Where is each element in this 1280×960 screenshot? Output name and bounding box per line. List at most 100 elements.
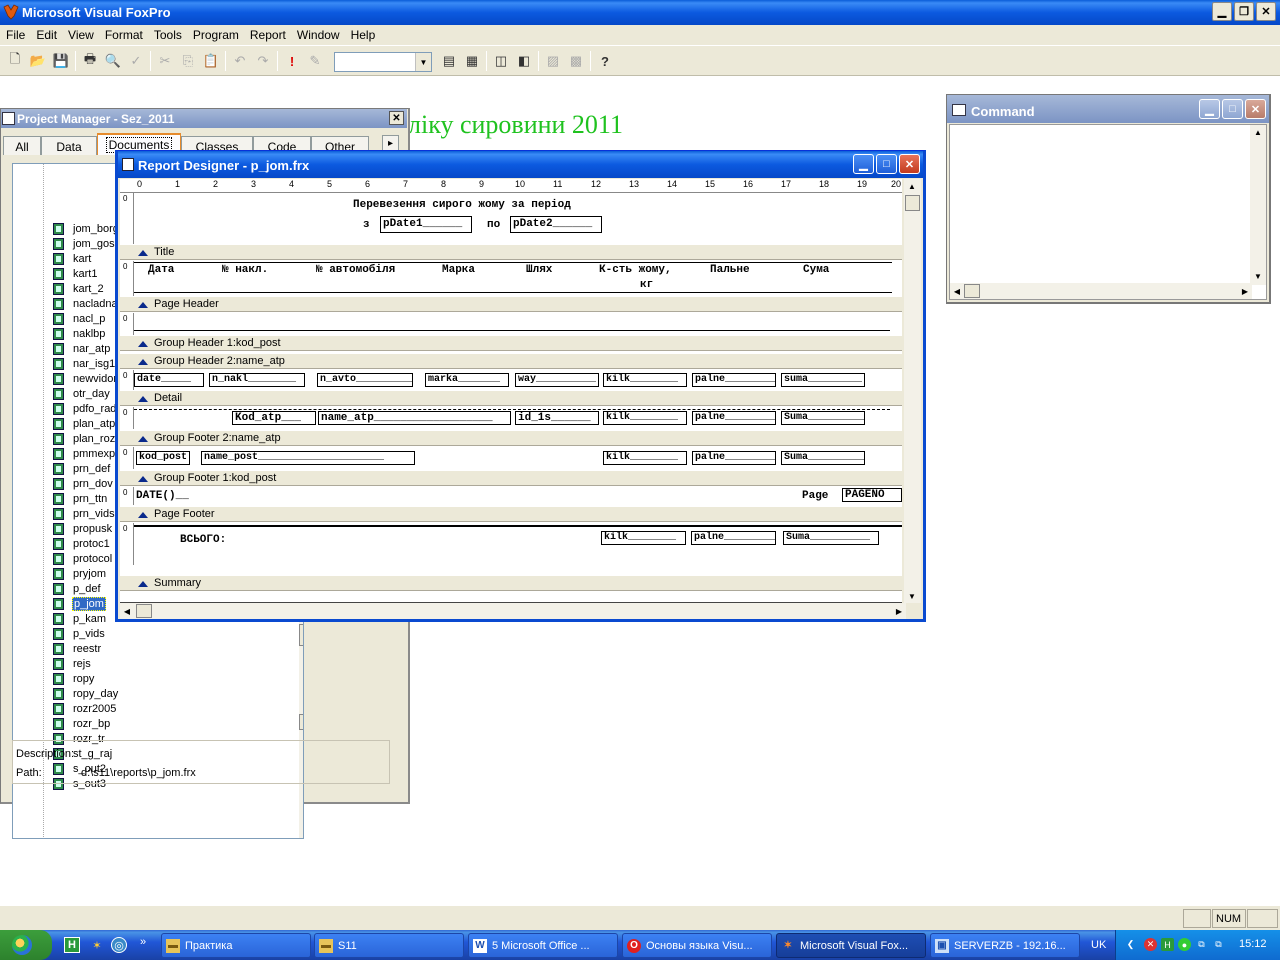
print-icon[interactable]: 🖶 [79,50,101,72]
page-footer-pageno[interactable]: PAGENO [842,488,902,502]
detail-field-date[interactable]: date_____ [134,373,204,387]
tree-item[interactable]: pdfo_rad [53,401,117,416]
close-button[interactable]: ✕ [1245,99,1266,119]
paste-icon[interactable]: 📋 [200,50,222,72]
col-quantity[interactable]: К-сть жому, [599,264,672,276]
scroll-down-arrow[interactable]: ▼ [299,714,303,730]
tray-antivirus-icon[interactable]: ✕ [1144,938,1157,951]
taskbar-item-office[interactable]: W5 Microsoft Office ... [468,933,618,958]
report-vertical-scrollbar[interactable]: ▲ ▼ [904,179,921,603]
scroll-left-arrow[interactable]: ◀ [120,604,134,618]
copy-icon[interactable]: ⎘ [177,50,199,72]
undo-icon[interactable]: ↶ [229,50,251,72]
print-preview-icon[interactable]: 🔍 [102,50,124,72]
pdate1-field[interactable]: pDate1______ [380,216,472,233]
database-combo[interactable]: ▼ [334,52,432,72]
horizontal-scroll-thumb[interactable] [964,284,980,298]
tree-item[interactable]: ropy_day [53,686,119,701]
menu-window[interactable]: Window [293,28,347,42]
tree-item-selected[interactable]: p_jom [53,596,106,611]
autoform-icon[interactable]: ▨ [542,50,564,72]
taskbar-item-opera[interactable]: O Основы языка Visu... [622,933,772,958]
tree-item[interactable]: rozr_bp [53,716,111,731]
col-date[interactable]: Дата [148,264,174,276]
tree-item[interactable]: rejs [53,656,92,671]
taskbar-item-s11[interactable]: ▬ S11 [314,933,464,958]
gf1-field-suma[interactable]: Suma__________ [781,451,865,465]
gf2-field-name-atp[interactable]: name_atp__________________ [318,411,511,425]
to-label[interactable]: по [487,219,500,231]
page-footer-page-label[interactable]: Page [802,490,828,502]
project-manager-title-bar[interactable]: Project Manager - Sez_2011 ✕ [1,109,407,128]
quicklaunch-app-icon[interactable]: H [64,937,80,953]
gf2-field-kod-atp[interactable]: Kod_atp___ [232,411,316,425]
language-indicator[interactable]: UK [1091,939,1106,951]
tree-item[interactable]: nacladna [53,296,119,311]
band-summary[interactable]: Summary [120,575,902,591]
tray-network-icon[interactable]: ⧉ [1195,938,1208,951]
data-session-icon[interactable]: ▦ [461,50,483,72]
report-wizard-icon[interactable]: ◧ [513,50,535,72]
band-page-footer[interactable]: Page Footer [120,506,902,522]
tree-item[interactable]: nar_isg1 [53,356,116,371]
detail-field-kilk[interactable]: kilk________ [603,373,687,387]
detail-field-marka[interactable]: marka_______ [425,373,509,387]
report-title-text[interactable]: Перевезення сирого жому за період [353,199,571,211]
report-canvas[interactable]: 0 Перевезення сирого жому за період з pD… [120,193,902,603]
taskbar-item-practice[interactable]: ▬ Практика [161,933,311,958]
vertical-scroll-thumb[interactable] [905,195,920,211]
maximize-button[interactable]: □ [1222,99,1243,119]
scroll-down-arrow[interactable]: ▼ [1251,269,1265,283]
spell-check-icon[interactable]: ✓ [125,50,147,72]
minimize-button[interactable]: ▁ [1212,2,1232,21]
col-unit[interactable]: кг [640,279,653,291]
menu-format[interactable]: Format [101,28,150,42]
horizontal-scroll-thumb[interactable] [136,604,152,618]
redo-icon[interactable]: ↷ [252,50,274,72]
minimize-button[interactable]: ▁ [1199,99,1220,119]
summary-field-suma[interactable]: Suma__________ [783,531,879,545]
tray-arrow-icon[interactable]: ❮ [1124,938,1137,951]
maximize-button[interactable]: □ [876,154,897,174]
tree-item[interactable]: nar_atp [53,341,111,356]
band-group-footer-2[interactable]: Group Footer 2:name_atp [120,430,902,446]
tree-item[interactable]: prn_dov [53,476,114,491]
report-horizontal-scrollbar[interactable]: ◀ ▶ [120,603,906,619]
tree-item[interactable]: kart [53,251,92,266]
tree-item[interactable]: jom_borg [53,221,120,236]
tree-item[interactable]: plan_atp [53,416,116,431]
menu-edit[interactable]: Edit [32,28,64,42]
tree-item[interactable]: p_vids [53,626,106,641]
tree-item[interactable]: pmmexp [53,446,116,461]
tree-item[interactable]: protoc1 [53,536,111,551]
band-detail[interactable]: Detail [120,390,902,406]
col-route[interactable]: Шлях [526,264,552,276]
scroll-up-arrow[interactable]: ▲ [1251,125,1265,139]
command-vertical-scrollbar[interactable]: ▲ ▼ [1250,125,1266,285]
minimize-button[interactable]: ▁ [853,154,874,174]
summary-total-label[interactable]: ВСЬОГО: [180,534,226,546]
tray-network2-icon[interactable]: ⧉ [1212,938,1225,951]
help-icon[interactable]: ? [594,50,616,72]
menu-tools[interactable]: Tools [150,28,189,42]
quicklaunch-foxpro-icon[interactable]: ✶ [89,937,105,953]
tree-item[interactable]: nacl_p [53,311,106,326]
tree-item[interactable]: ropy [53,671,95,686]
menu-report[interactable]: Report [246,28,293,42]
taskbar-item-foxpro[interactable]: ✶ Microsoft Visual Fox... [776,933,926,958]
taskbar-item-remote[interactable]: ▣ SERVERZB - 192.16... [930,933,1080,958]
tree-item[interactable]: plan_roz [53,431,116,446]
command-title-bar[interactable]: Command ▁ □ ✕ [947,95,1269,123]
tree-item[interactable]: pryjom [53,566,107,581]
quicklaunch-more-icon[interactable]: » [135,934,151,950]
scroll-right-arrow[interactable]: ▶ [892,604,906,618]
tree-item[interactable]: propusk [53,521,113,536]
command-window-icon[interactable]: ▤ [438,50,460,72]
scroll-left-arrow[interactable]: ◀ [950,284,964,298]
open-icon[interactable]: 📂 [27,50,49,72]
menu-help[interactable]: Help [347,28,383,42]
close-icon[interactable]: ✕ [389,111,404,125]
scroll-down-arrow[interactable]: ▼ [905,589,919,603]
form-wizard-icon[interactable]: ◫ [490,50,512,72]
command-input-area[interactable]: ▲ ▼ ◀ ▶ [949,124,1267,300]
